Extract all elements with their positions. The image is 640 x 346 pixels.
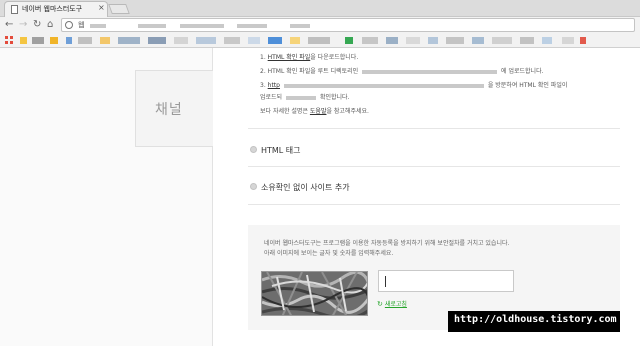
- radio-button[interactable]: [250, 183, 257, 190]
- text-cursor: [385, 276, 386, 287]
- bookmark-item[interactable]: [148, 37, 166, 44]
- bookmark-item[interactable]: [492, 37, 512, 44]
- captcha-image: [261, 271, 368, 316]
- bookmark-item[interactable]: [308, 37, 330, 44]
- channel-tab[interactable]: 채널: [135, 70, 213, 147]
- bookmark-item[interactable]: [290, 37, 300, 44]
- bookmark-item[interactable]: [580, 37, 586, 44]
- option-label: HTML 태그: [261, 146, 301, 155]
- instruction-step-3-continued: 업로드되 확인합니다.: [260, 94, 349, 102]
- bookmark-item[interactable]: [542, 37, 552, 44]
- help-note-text: 을 참고해주세요.: [326, 108, 369, 115]
- refresh-label: 새로고침: [384, 301, 407, 308]
- bookmark-item[interactable]: [248, 37, 260, 44]
- bookmark-item[interactable]: [32, 37, 44, 44]
- address-bar[interactable]: 웹: [61, 18, 635, 32]
- channel-label: 채널: [155, 102, 183, 118]
- bookmark-item[interactable]: [20, 37, 27, 44]
- redacted-text: [286, 95, 317, 100]
- reload-icon[interactable]: ↻: [33, 19, 41, 31]
- url-redacted: [90, 24, 106, 28]
- captcha-input[interactable]: [378, 270, 514, 292]
- page-icon: [11, 5, 18, 14]
- step-number: 1.: [260, 54, 266, 61]
- download-html-file-link[interactable]: HTML 확인 파일: [268, 54, 311, 61]
- bookmark-item[interactable]: [386, 37, 398, 44]
- new-tab-button[interactable]: [108, 4, 130, 14]
- bookmarks-bar: [0, 33, 640, 48]
- divider: [248, 204, 620, 205]
- back-icon[interactable]: ←: [5, 19, 13, 31]
- apps-icon[interactable]: [5, 36, 13, 44]
- radio-button[interactable]: [250, 146, 257, 153]
- help-link[interactable]: 도움말: [310, 108, 327, 115]
- bookmark-item[interactable]: [268, 37, 282, 44]
- url-redacted: [138, 24, 166, 28]
- step-text: 을 다운로드합니다.: [310, 54, 359, 61]
- forward-icon[interactable]: →: [19, 19, 27, 31]
- bookmark-item[interactable]: [428, 37, 438, 44]
- bookmark-item[interactable]: [118, 37, 140, 44]
- step-text: 에 업로드합니다.: [501, 68, 544, 75]
- verification-url-link[interactable]: http: [268, 82, 280, 89]
- divider: [248, 166, 620, 167]
- bookmark-item[interactable]: [345, 37, 353, 44]
- home-icon[interactable]: ⌂: [47, 19, 53, 31]
- url-text: 웹: [78, 21, 85, 29]
- bookmark-item[interactable]: [66, 37, 72, 44]
- close-tab-icon[interactable]: ×: [98, 3, 105, 12]
- instruction-step-2: 2. HTML 확인 파일을 루트 디렉토리인 에 업로드합니다.: [260, 68, 544, 76]
- help-note: 보다 자세한 설명은 도움말을 참고해주세요.: [260, 108, 369, 116]
- step-text: 확인합니다.: [319, 94, 350, 101]
- captcha-note: 아래 이미지에 보이는 글자 및 숫자를 입력해주세요.: [264, 250, 394, 257]
- watermark-text: http://oldhouse.tistory.com: [454, 314, 617, 325]
- bookmark-item[interactable]: [100, 37, 110, 44]
- divider: [248, 128, 620, 129]
- help-note-text: 보다 자세한 설명은: [260, 108, 308, 115]
- bookmark-item[interactable]: [406, 37, 420, 44]
- redacted-text: [362, 69, 498, 74]
- captcha-note: 네이버 웹마스터도구는 프로그램을 이용한 자동등록을 방지하기 위해 보안절차…: [264, 240, 510, 247]
- step-text: 업로드되: [260, 94, 283, 101]
- blog-watermark: http://oldhouse.tistory.com: [448, 311, 620, 332]
- bookmark-item[interactable]: [446, 37, 464, 44]
- bookmark-item[interactable]: [174, 37, 188, 44]
- tab-title: 네이버 웹마스터도구: [22, 5, 83, 13]
- browser-tab[interactable]: 네이버 웹마스터도구 ×: [4, 1, 108, 17]
- url-redacted: [180, 24, 224, 28]
- info-icon[interactable]: [65, 21, 73, 29]
- url-redacted: [237, 24, 267, 28]
- bookmark-item[interactable]: [472, 37, 484, 44]
- bookmark-item[interactable]: [562, 37, 574, 44]
- instruction-step-1: 1. HTML 확인 파일을 다운로드합니다.: [260, 54, 358, 62]
- bookmark-item[interactable]: [196, 37, 216, 44]
- browser-toolbar: ← → ↻ ⌂ 웹: [0, 17, 640, 33]
- bookmark-item[interactable]: [362, 37, 378, 44]
- bookmark-item[interactable]: [78, 37, 92, 44]
- step-text: 2. HTML 확인 파일을 루트 디렉토리인: [260, 68, 359, 75]
- step-number: 3.: [260, 82, 266, 89]
- redacted-text: [283, 83, 484, 88]
- instruction-step-3: 3. http 을 방문하여 HTML 확인 파일이: [260, 82, 567, 90]
- bookmark-item[interactable]: [224, 37, 240, 44]
- bookmark-item[interactable]: [520, 37, 534, 44]
- captcha-refresh-link[interactable]: ↻ 새로고침: [377, 299, 407, 308]
- bookmark-item[interactable]: [50, 37, 58, 44]
- step-text: 을 방문하여 HTML 확인 파일이: [487, 82, 568, 89]
- url-redacted: [290, 24, 310, 28]
- browser-tabstrip: 네이버 웹마스터도구 ×: [0, 0, 640, 17]
- option-label: 소유확인 없이 사이트 추가: [261, 183, 350, 192]
- refresh-icon: ↻: [377, 300, 383, 308]
